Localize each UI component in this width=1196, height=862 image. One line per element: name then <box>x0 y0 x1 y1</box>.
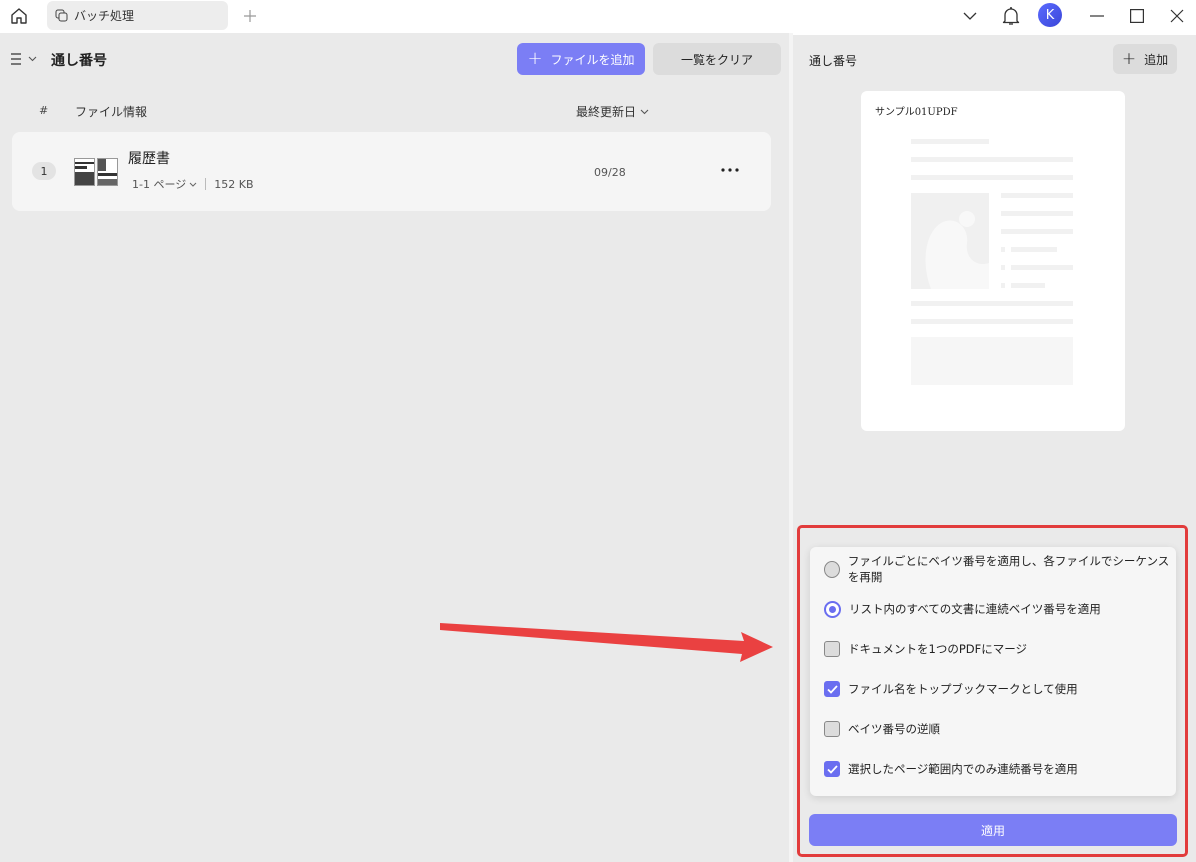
chevron-down-icon <box>28 56 37 62</box>
page-range-label: 1-1 ページ <box>132 178 187 191</box>
preview-title: サンプル01UPDF <box>875 107 958 118</box>
option-filename-bookmark[interactable]: ファイル名をトップブックマークとして使用 <box>824 679 1078 699</box>
option-continuous-all[interactable]: リスト内のすべての文書に連続ベイツ番号を適用 <box>824 599 1101 619</box>
document-preview: サンプル01UPDF <box>861 91 1125 431</box>
option-merge-pdf[interactable]: ドキュメントを1つのPDFにマージ <box>824 639 1027 659</box>
chevron-down-icon[interactable] <box>960 3 980 29</box>
bell-icon[interactable] <box>1000 3 1022 29</box>
check-icon <box>826 684 838 694</box>
tab-batch[interactable]: バッチ処理 <box>47 1 228 30</box>
hamburger-icon <box>11 53 21 65</box>
option-selected-range-only[interactable]: 選択したページ範囲内でのみ連続番号を適用 <box>824 759 1078 779</box>
title-bar: バッチ処理 K <box>0 0 1196 33</box>
avatar[interactable]: K <box>1038 3 1062 27</box>
column-header-date-label: 最終更新日 <box>576 105 637 119</box>
page-title: 通し番号 <box>51 53 107 69</box>
home-icon[interactable] <box>8 5 30 27</box>
option-label: リスト内のすべての文書に連続ベイツ番号を適用 <box>849 602 1101 616</box>
file-list-panel: 通し番号 + ファイルを追加 一覧をクリア # ファイル情報 最終更新日 1 履… <box>0 33 789 862</box>
numbering-options: ファイルごとにベイツ番号を適用し、各ファイルでシーケンスを再開 リスト内のすべて… <box>810 547 1176 796</box>
file-thumbnail <box>74 158 118 186</box>
add-file-label: ファイルを追加 <box>550 52 635 67</box>
apply-button[interactable]: 適用 <box>809 814 1177 846</box>
close-icon[interactable] <box>1166 3 1188 29</box>
file-size: 152 KB <box>214 177 254 191</box>
menu-button[interactable] <box>10 50 37 68</box>
check-icon <box>826 764 838 774</box>
checkbox[interactable] <box>824 641 840 657</box>
panel-title: 通し番号 <box>809 54 858 68</box>
column-header-file-info: ファイル情報 <box>75 105 148 119</box>
minimize-icon[interactable] <box>1086 3 1108 29</box>
checkbox-checked[interactable] <box>824 761 840 777</box>
option-label: ベイツ番号の逆順 <box>848 722 940 736</box>
tab-label: バッチ処理 <box>74 9 135 23</box>
batch-icon <box>55 9 69 23</box>
plus-icon: + <box>527 48 543 69</box>
chevron-down-icon <box>189 182 197 187</box>
column-header-date[interactable]: 最終更新日 <box>576 103 649 120</box>
plus-icon: + <box>1121 48 1137 69</box>
option-restart-per-file[interactable]: ファイルごとにベイツ番号を適用し、各ファイルでシーケンスを再開 <box>824 554 1176 584</box>
maximize-icon[interactable] <box>1126 3 1148 29</box>
add-label: 追加 <box>1144 52 1169 67</box>
file-date: 09/28 <box>594 166 626 179</box>
option-label: ファイル名をトップブックマークとして使用 <box>848 682 1078 696</box>
checkbox[interactable] <box>824 721 840 737</box>
clear-list-button[interactable]: 一覧をクリア <box>653 43 781 75</box>
option-label: ファイルごとにベイツ番号を適用し、各ファイルでシーケンスを再開 <box>847 554 1170 584</box>
more-options-button[interactable] <box>718 162 742 178</box>
more-icon <box>721 168 739 172</box>
option-label: ドキュメントを1つのPDFにマージ <box>848 642 1027 656</box>
chevron-down-icon <box>640 109 649 114</box>
checkbox-checked[interactable] <box>824 681 840 697</box>
plus-icon[interactable] <box>240 6 260 26</box>
page-range-select[interactable]: 1-1 ページ <box>132 176 197 192</box>
table-row[interactable]: 1 履歴書 1-1 ページ 152 KB 09/28 <box>12 132 771 211</box>
file-name: 履歴書 <box>128 151 170 167</box>
row-index: 1 <box>32 162 56 180</box>
add-button[interactable]: + 追加 <box>1113 44 1177 74</box>
radio-button-selected[interactable] <box>824 600 841 618</box>
radio-button[interactable] <box>824 560 840 578</box>
file-meta: 1-1 ページ 152 KB <box>132 176 254 192</box>
option-label: 選択したページ範囲内でのみ連続番号を適用 <box>848 762 1078 776</box>
photo-placeholder <box>911 193 989 289</box>
add-file-button[interactable]: + ファイルを追加 <box>517 43 645 75</box>
separator <box>205 178 207 190</box>
option-reverse-order[interactable]: ベイツ番号の逆順 <box>824 719 940 739</box>
column-header-number: # <box>39 104 49 117</box>
